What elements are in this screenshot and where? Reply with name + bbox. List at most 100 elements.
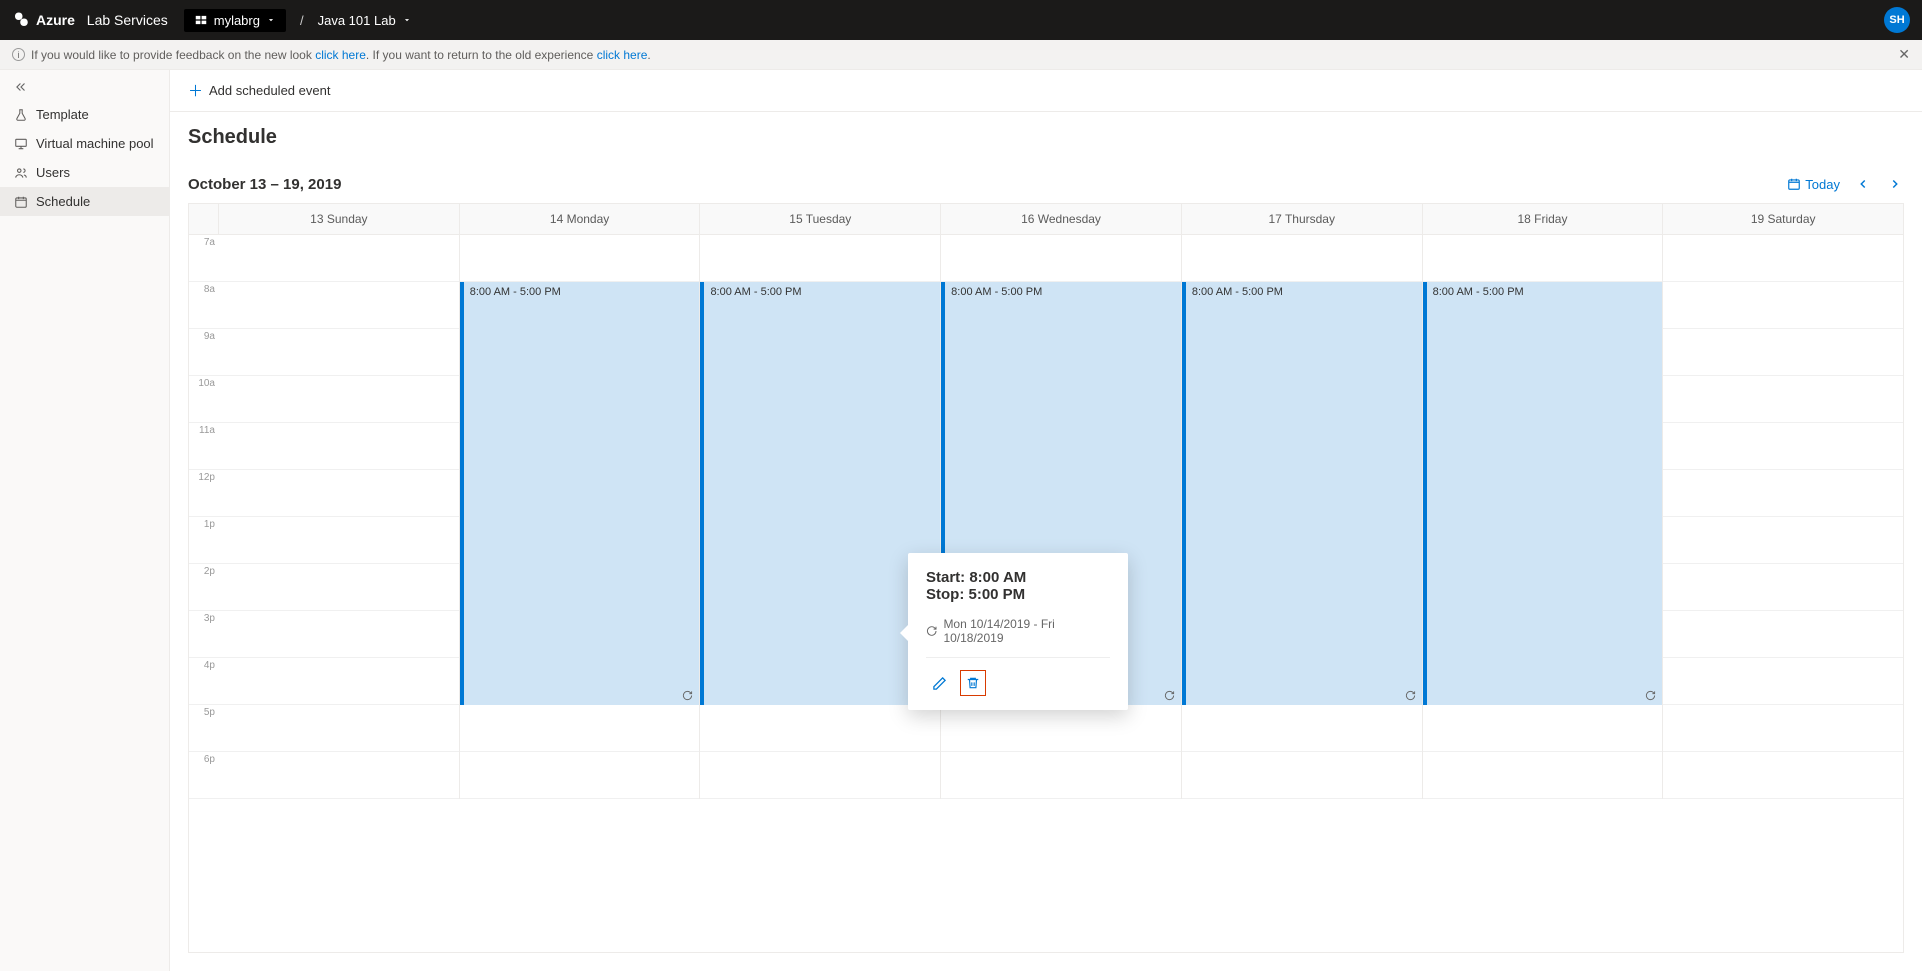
next-week-button[interactable] — [1886, 175, 1904, 193]
content-area: ＋ Add scheduled event Schedule October 1… — [170, 70, 1922, 971]
add-button-label: Add scheduled event — [209, 83, 330, 98]
day-column[interactable]: 8:00 AM - 5:00 PM — [941, 235, 1182, 799]
sidebar-item-label: Schedule — [36, 194, 90, 209]
monitor-icon — [14, 137, 28, 151]
recurring-icon — [1164, 690, 1175, 701]
recurrence-text: Mon 10/14/2019 - Fri 10/18/2019 — [943, 617, 1110, 645]
today-label: Today — [1805, 177, 1840, 192]
refresh-icon — [926, 625, 937, 637]
brand-text: Azure Lab Services — [36, 12, 168, 28]
resource-group-label: mylabrg — [214, 13, 260, 28]
old-experience-link[interactable]: click here — [597, 48, 648, 62]
sidebar-item-schedule[interactable]: Schedule — [0, 187, 169, 216]
time-slot: 3p — [189, 611, 219, 658]
day-header: 16 Wednesday — [941, 204, 1182, 234]
pencil-icon — [932, 676, 947, 691]
recurring-icon — [682, 690, 693, 701]
add-scheduled-event-button[interactable]: ＋ Add scheduled event — [188, 80, 1904, 101]
infobar-content: i If you would like to provide feedback … — [12, 48, 651, 62]
time-slot: 8a — [189, 282, 219, 329]
infobar-text: If you would like to provide feedback on… — [31, 48, 315, 62]
popup-recurrence: Mon 10/14/2019 - Fri 10/18/2019 — [926, 617, 1110, 658]
range-controls: Today — [1787, 175, 1904, 193]
event-time-label: 8:00 AM - 5:00 PM — [1192, 286, 1283, 298]
recurring-icon — [1645, 690, 1656, 701]
feedback-link[interactable]: click here — [315, 48, 366, 62]
page-title: Schedule — [188, 126, 1904, 149]
resource-group-icon — [194, 13, 208, 27]
popup-start-time: Start: 8:00 AM — [926, 569, 1110, 586]
chevron-down-icon — [266, 15, 276, 25]
sidebar-item-users[interactable]: Users — [0, 158, 169, 187]
scheduled-event[interactable]: 8:00 AM - 5:00 PM — [1182, 282, 1422, 705]
day-column[interactable]: 8:00 AM - 5:00 PM — [1423, 235, 1664, 799]
day-header: 14 Monday — [460, 204, 701, 234]
popup-actions — [926, 670, 1110, 696]
calendar-container: 13 Sunday14 Monday15 Tuesday16 Wednesday… — [170, 203, 1922, 971]
info-bar: i If you would like to provide feedback … — [0, 40, 1922, 70]
day-header: 18 Friday — [1423, 204, 1664, 234]
time-slot: 12p — [189, 470, 219, 517]
event-time-label: 8:00 AM - 5:00 PM — [710, 286, 801, 298]
sidebar-item-label: Users — [36, 165, 70, 180]
time-slot: 4p — [189, 658, 219, 705]
calendar-icon — [14, 195, 28, 209]
scheduled-event[interactable]: 8:00 AM - 5:00 PM — [1423, 282, 1663, 705]
day-column[interactable]: 8:00 AM - 5:00 PM — [460, 235, 701, 799]
breadcrumb-lab[interactable]: Java 101 Lab — [318, 13, 412, 28]
scheduled-event[interactable]: 8:00 AM - 5:00 PM — [700, 282, 940, 705]
plus-icon: ＋ — [188, 80, 203, 101]
sidebar-item-template[interactable]: Template — [0, 100, 169, 129]
day-column[interactable]: 8:00 AM - 5:00 PM — [700, 235, 941, 799]
time-column-header — [189, 204, 219, 234]
toolbar: ＋ Add scheduled event — [170, 70, 1922, 112]
date-range-row: October 13 – 19, 2019 Today — [170, 157, 1922, 203]
delete-event-button[interactable] — [960, 670, 986, 696]
page-header: Schedule — [170, 112, 1922, 157]
time-column: 7a8a9a10a11a12p1p2p3p4p5p6p — [189, 235, 219, 799]
chevron-down-icon — [402, 15, 412, 25]
prev-week-button[interactable] — [1854, 175, 1872, 193]
event-popup: Start: 8:00 AM Stop: 5:00 PM Mon 10/14/2… — [908, 553, 1128, 710]
users-icon — [14, 166, 28, 180]
sidebar-item-virtual-machine-pool[interactable]: Virtual machine pool — [0, 129, 169, 158]
time-slot: 7a — [189, 235, 219, 282]
day-header: 13 Sunday — [219, 204, 460, 234]
sidebar-collapse-button[interactable] — [0, 74, 169, 100]
date-range-label: October 13 – 19, 2019 — [188, 176, 341, 193]
scheduled-event[interactable]: 8:00 AM - 5:00 PM — [460, 282, 700, 705]
time-slot: 11a — [189, 423, 219, 470]
day-column[interactable] — [1663, 235, 1903, 799]
calendar-today-icon — [1787, 177, 1801, 191]
time-slot: 6p — [189, 752, 219, 799]
main-layout: Template Virtual machine pool Users Schedul… — [0, 70, 1922, 971]
sidebar: Template Virtual machine pool Users Schedul… — [0, 70, 170, 971]
breadcrumb-resource-group[interactable]: mylabrg — [184, 9, 286, 32]
recurring-icon — [1405, 690, 1416, 701]
day-header: 15 Tuesday — [700, 204, 941, 234]
day-header: 17 Thursday — [1182, 204, 1423, 234]
sidebar-item-label: Template — [36, 107, 89, 122]
azure-logo-icon — [12, 11, 30, 29]
day-column[interactable]: 8:00 AM - 5:00 PM — [1182, 235, 1423, 799]
flask-icon — [14, 108, 28, 122]
chevron-left-icon — [1856, 177, 1870, 191]
time-slot: 1p — [189, 517, 219, 564]
time-slot: 9a — [189, 329, 219, 376]
edit-event-button[interactable] — [926, 670, 952, 696]
today-button[interactable]: Today — [1787, 177, 1840, 192]
sidebar-item-label: Virtual machine pool — [36, 136, 154, 151]
chevron-right-icon — [1888, 177, 1902, 191]
popup-stop-time: Stop: 5:00 PM — [926, 586, 1110, 603]
event-time-label: 8:00 AM - 5:00 PM — [470, 286, 561, 298]
close-icon[interactable]: ✕ — [1898, 46, 1910, 63]
infobar-text: . — [647, 48, 650, 62]
infobar-text: . If you want to return to the old exper… — [366, 48, 597, 62]
user-avatar[interactable]: SH — [1884, 7, 1910, 33]
day-column[interactable] — [219, 235, 460, 799]
event-time-label: 8:00 AM - 5:00 PM — [951, 286, 1042, 298]
time-slot: 5p — [189, 705, 219, 752]
calendar-header: 13 Sunday14 Monday15 Tuesday16 Wednesday… — [189, 204, 1903, 235]
lab-label: Java 101 Lab — [318, 13, 396, 28]
calendar-grid: 7a8a9a10a11a12p1p2p3p4p5p6p 8:00 AM - 5:… — [189, 235, 1903, 799]
